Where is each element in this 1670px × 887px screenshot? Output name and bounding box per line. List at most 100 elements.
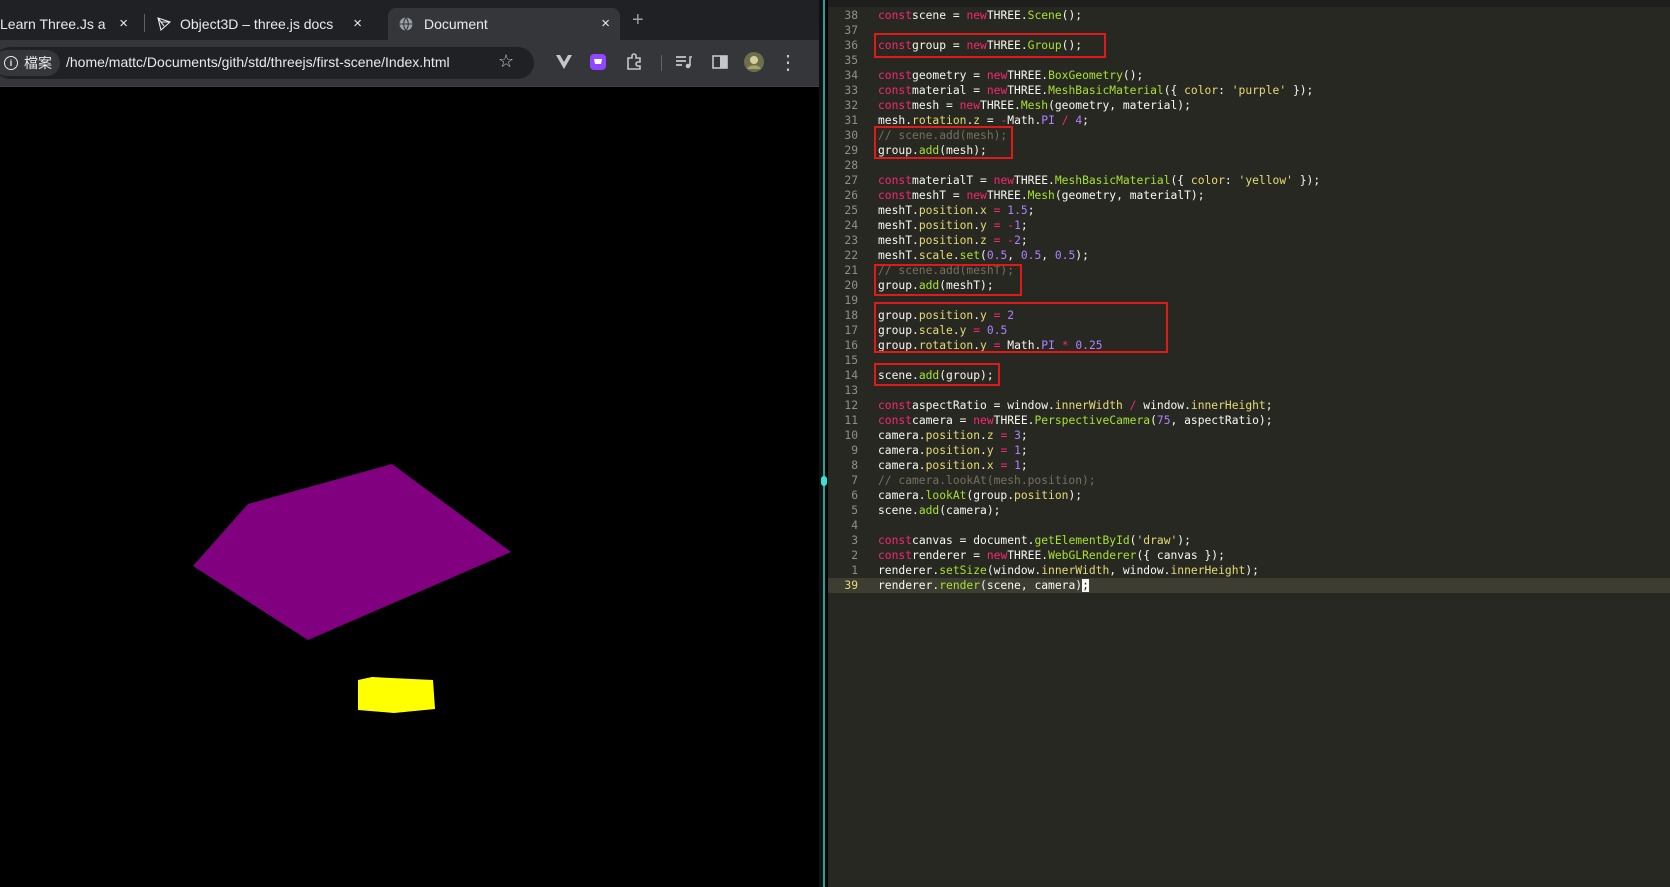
bookmark-star-icon[interactable]: ☆ xyxy=(498,51,514,72)
address-bar[interactable]: i 檔案 /home/mattc/Documents/gith/std/thre… xyxy=(0,47,534,79)
code-line[interactable]: 8 camera.position.x = 1; xyxy=(828,458,1670,473)
site-info-chip[interactable]: i 檔案 xyxy=(0,50,60,76)
code-token: (); xyxy=(1122,69,1144,82)
code-token: renderer = xyxy=(912,549,987,562)
code-token: x xyxy=(986,459,994,472)
code-line[interactable]: 9 camera.position.y = 1; xyxy=(828,443,1670,458)
code-token: ; xyxy=(1020,234,1028,247)
line-content: constmeshT = newTHREE.Mesh(geometry, mat… xyxy=(878,188,1205,203)
code-token: camera. xyxy=(878,489,926,502)
profile-avatar-icon[interactable] xyxy=(742,50,766,74)
code-line[interactable]: 33 constmaterial = newTHREE.MeshBasicMate… xyxy=(828,83,1670,98)
purple-mesh-shape xyxy=(193,464,511,640)
close-icon[interactable]: × xyxy=(353,16,362,32)
code-token: add xyxy=(918,504,940,517)
code-token: new xyxy=(959,99,981,112)
code-line[interactable]: 6 camera.lookAt(group.position); xyxy=(828,488,1670,503)
code-token: BoxGeometry xyxy=(1048,69,1123,82)
code-line[interactable]: 3 constcanvas = document.getElementById('… xyxy=(828,533,1670,548)
code-line[interactable]: 28 xyxy=(828,158,1670,173)
vue-extension-icon[interactable] xyxy=(552,50,576,74)
line-number: 36 xyxy=(844,39,858,52)
tab-learn-threejs[interactable]: Learn Three.Js a × xyxy=(0,8,138,40)
line-number: 19 xyxy=(844,294,858,307)
line-number: 21 xyxy=(844,264,858,277)
code-token: position xyxy=(1014,489,1069,502)
code-token: const xyxy=(878,549,913,562)
code-line[interactable]: 24 meshT.position.y = -1; xyxy=(828,218,1670,233)
line-number: 10 xyxy=(844,429,858,442)
side-panel-icon[interactable] xyxy=(708,50,732,74)
code-token: }); xyxy=(1286,84,1314,97)
code-line[interactable]: 38 constscene = newTHREE.Scene(); xyxy=(828,8,1670,23)
code-token: camera. xyxy=(878,459,926,472)
new-tab-button[interactable]: + xyxy=(632,9,644,32)
code-line[interactable]: 32 constmesh = newTHREE.Mesh(geometry, ma… xyxy=(828,98,1670,113)
code-token: 0.5 xyxy=(986,249,1008,262)
code-token: THREE. xyxy=(1007,84,1049,97)
code-token: THREE. xyxy=(1007,69,1049,82)
code-line[interactable]: 5 scene.add(camera); xyxy=(828,503,1670,518)
code-token: , xyxy=(1007,249,1021,262)
puzzle-extensions-icon[interactable] xyxy=(622,50,646,74)
line-content: meshT.position.y = -1; xyxy=(878,218,1028,233)
code-token: ; xyxy=(1020,429,1028,442)
code-line[interactable]: 10 camera.position.z = 3; xyxy=(828,428,1670,443)
url-text[interactable]: /home/mattc/Documents/gith/std/threejs/f… xyxy=(66,54,450,70)
code-token: position xyxy=(918,204,974,217)
code-token: Mesh xyxy=(1027,189,1055,202)
code-line[interactable]: 12 constaspectRatio = window.innerWidth /… xyxy=(828,398,1670,413)
code-token: meshT. xyxy=(878,219,919,232)
code-line[interactable]: 22 meshT.scale.set(0.5, 0.5, 0.5); xyxy=(828,248,1670,263)
code-token: PI xyxy=(1041,114,1055,127)
code-line[interactable]: 23 meshT.position.z = -2; xyxy=(828,233,1670,248)
line-content: constgeometry = newTHREE.BoxGeometry(); xyxy=(878,68,1143,83)
media-queue-icon[interactable] xyxy=(672,50,696,74)
more-menu-icon[interactable]: ⋮ xyxy=(776,50,800,74)
code-token: scene. xyxy=(878,504,919,517)
code-token: , aspectRatio); xyxy=(1170,414,1273,427)
code-token: THREE. xyxy=(1014,174,1055,187)
code-token: THREE. xyxy=(986,9,1028,22)
code-token: ({ xyxy=(1163,84,1185,97)
code-line[interactable]: 2 constrenderer = newTHREE.WebGLRenderer(… xyxy=(828,548,1670,563)
code-line[interactable]: 25 meshT.position.x = 1.5; xyxy=(828,203,1670,218)
code-editor[interactable]: 38 constscene = newTHREE.Scene(); 37 36 cons… xyxy=(828,0,1670,887)
code-token: z xyxy=(986,429,994,442)
threejs-icon xyxy=(157,17,172,32)
line-number: 23 xyxy=(844,234,858,247)
close-icon[interactable]: × xyxy=(601,16,610,32)
code-token: (group. xyxy=(966,489,1015,502)
webgl-canvas[interactable] xyxy=(0,87,819,887)
tab-object3d-docs[interactable]: Object3D – three.js docs × xyxy=(150,8,372,40)
code-line[interactable]: 11 constcamera = newTHREE.PerspectiveCame… xyxy=(828,413,1670,428)
code-token: innerHeight xyxy=(1190,399,1266,412)
line-number: 20 xyxy=(844,279,858,292)
code-line[interactable]: 26 constmeshT = newTHREE.Mesh(geometry, m… xyxy=(828,188,1670,203)
code-line[interactable]: 1 renderer.setSize(window.innerWidth, win… xyxy=(828,563,1670,578)
code-line[interactable]: 27 constmaterialT = newTHREE.MeshBasicMat… xyxy=(828,173,1670,188)
code-token: . xyxy=(980,444,987,457)
code-line[interactable]: 34 constgeometry = newTHREE.BoxGeometry()… xyxy=(828,68,1670,83)
yellow-mesh-shape xyxy=(358,677,435,713)
line-content: constcamera = newTHREE.PerspectiveCamera… xyxy=(878,413,1273,428)
split-divider-handle[interactable] xyxy=(821,476,827,486)
code-token: }); xyxy=(1292,174,1321,187)
tab-separator xyxy=(144,14,145,32)
split-divider-accent xyxy=(823,0,825,887)
code-line[interactable]: 4 xyxy=(828,518,1670,533)
purple-extension-icon[interactable] xyxy=(586,50,610,74)
code-token: (window. xyxy=(986,564,1042,577)
code-area[interactable]: 38 constscene = newTHREE.Scene(); 37 36 cons… xyxy=(828,8,1670,593)
code-token: 0.5 xyxy=(1020,249,1042,262)
text-cursor: ; xyxy=(1082,579,1089,592)
code-token: (geometry, materialT); xyxy=(1054,189,1205,202)
close-icon[interactable]: × xyxy=(119,16,128,32)
tab-document[interactable]: Document × xyxy=(388,8,620,40)
code-token: innerHeight xyxy=(1170,564,1246,577)
line-content: // camera.lookAt(mesh.position); xyxy=(878,473,1096,488)
line-number: 38 xyxy=(844,9,858,22)
code-line[interactable]: 7 // camera.lookAt(mesh.position); xyxy=(828,473,1670,488)
code-line[interactable]: 39 renderer.render(scene, camera); xyxy=(828,578,1670,593)
